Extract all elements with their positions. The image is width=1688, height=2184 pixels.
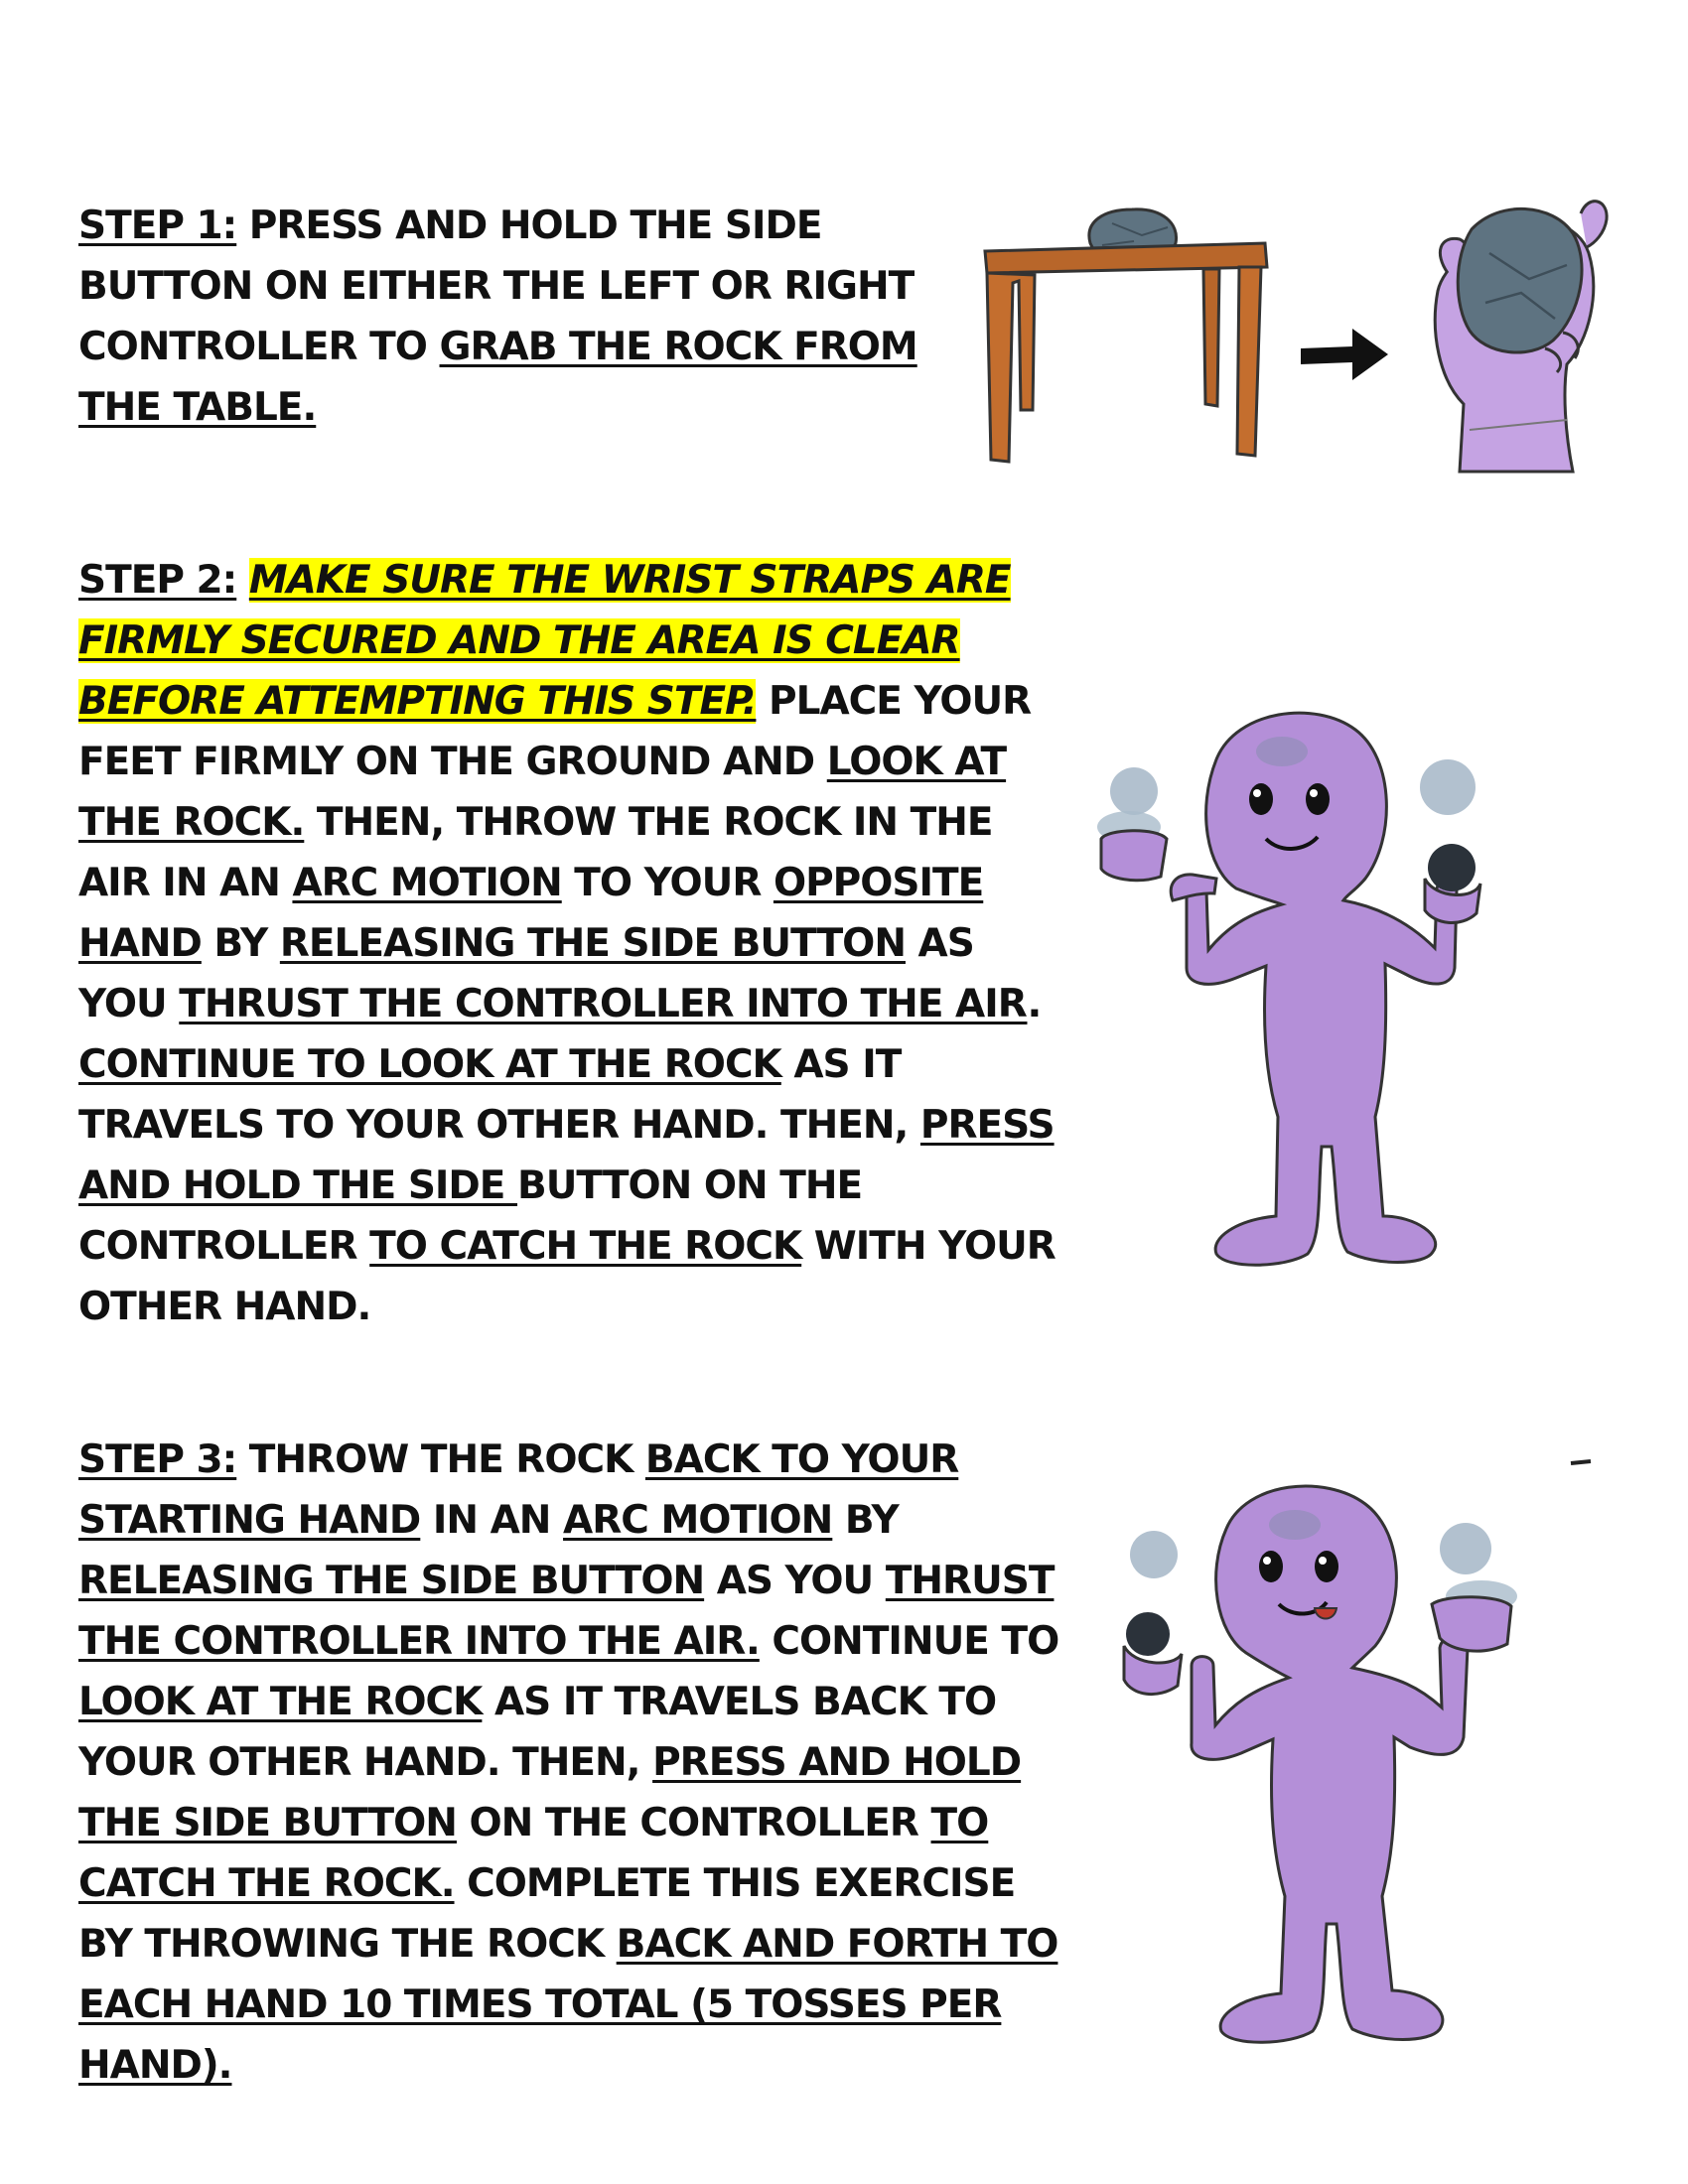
juggling-figure-step-2-illustration <box>1097 711 1482 1267</box>
hand-holding-rock-icon <box>1433 200 1609 474</box>
step-3-segment: CONTINUE TO <box>759 1619 1059 1664</box>
step-2-segment: TO CATCH THE ROCK <box>369 1224 802 1269</box>
step-1-illustration <box>983 200 1609 474</box>
step-2-segment: TO YOUR <box>561 861 774 905</box>
step-3-segment: ARC MOTION <box>563 1498 833 1543</box>
table-with-rock-icon <box>983 207 1269 464</box>
step-3-segment: IN AN <box>420 1498 564 1543</box>
step-2-segment: RELEASING THE SIDE BUTTON <box>279 921 907 966</box>
step-2-segment: THRUST THE CONTROLLER INTO THE AIR <box>179 982 1028 1026</box>
step-3-segment: LOOK AT THE ROCK <box>78 1680 483 1724</box>
step-3-text: STEP 3: THROW THE ROCK BACK TO YOUR STAR… <box>78 1430 1061 2096</box>
step-3-segment: STEP 3: <box>78 1437 237 1482</box>
step-3-segment: ON THE CONTROLLER <box>456 1801 931 1845</box>
step-2-segment: BY <box>201 921 280 966</box>
step-2-segment: STEP 2: <box>78 558 237 603</box>
step-1-text: STEP 1: PRESS AND HOLD THE SIDE BUTTON O… <box>78 196 972 438</box>
step-2-segment: ARC MOTION <box>292 861 562 905</box>
arrow-right-icon <box>1301 329 1388 380</box>
juggling-figure-step-3-illustration <box>1122 1459 1592 2044</box>
step-3-segment: RELEASING THE SIDE BUTTON <box>78 1559 705 1603</box>
step-1-segment: STEP 1: <box>78 204 237 248</box>
step-3-segment: AS YOU <box>704 1559 886 1603</box>
step-2-segment <box>236 558 249 603</box>
step-2-segment: CONTINUE TO LOOK AT THE ROCK <box>78 1042 782 1087</box>
step-2-segment: . <box>1027 982 1043 1026</box>
step-2-text: STEP 2: MAKE SURE THE WRIST STRAPS ARE F… <box>78 550 1061 1337</box>
step-3-segment: THROW THE ROCK <box>236 1437 645 1482</box>
step-3-segment: BY <box>832 1498 900 1543</box>
